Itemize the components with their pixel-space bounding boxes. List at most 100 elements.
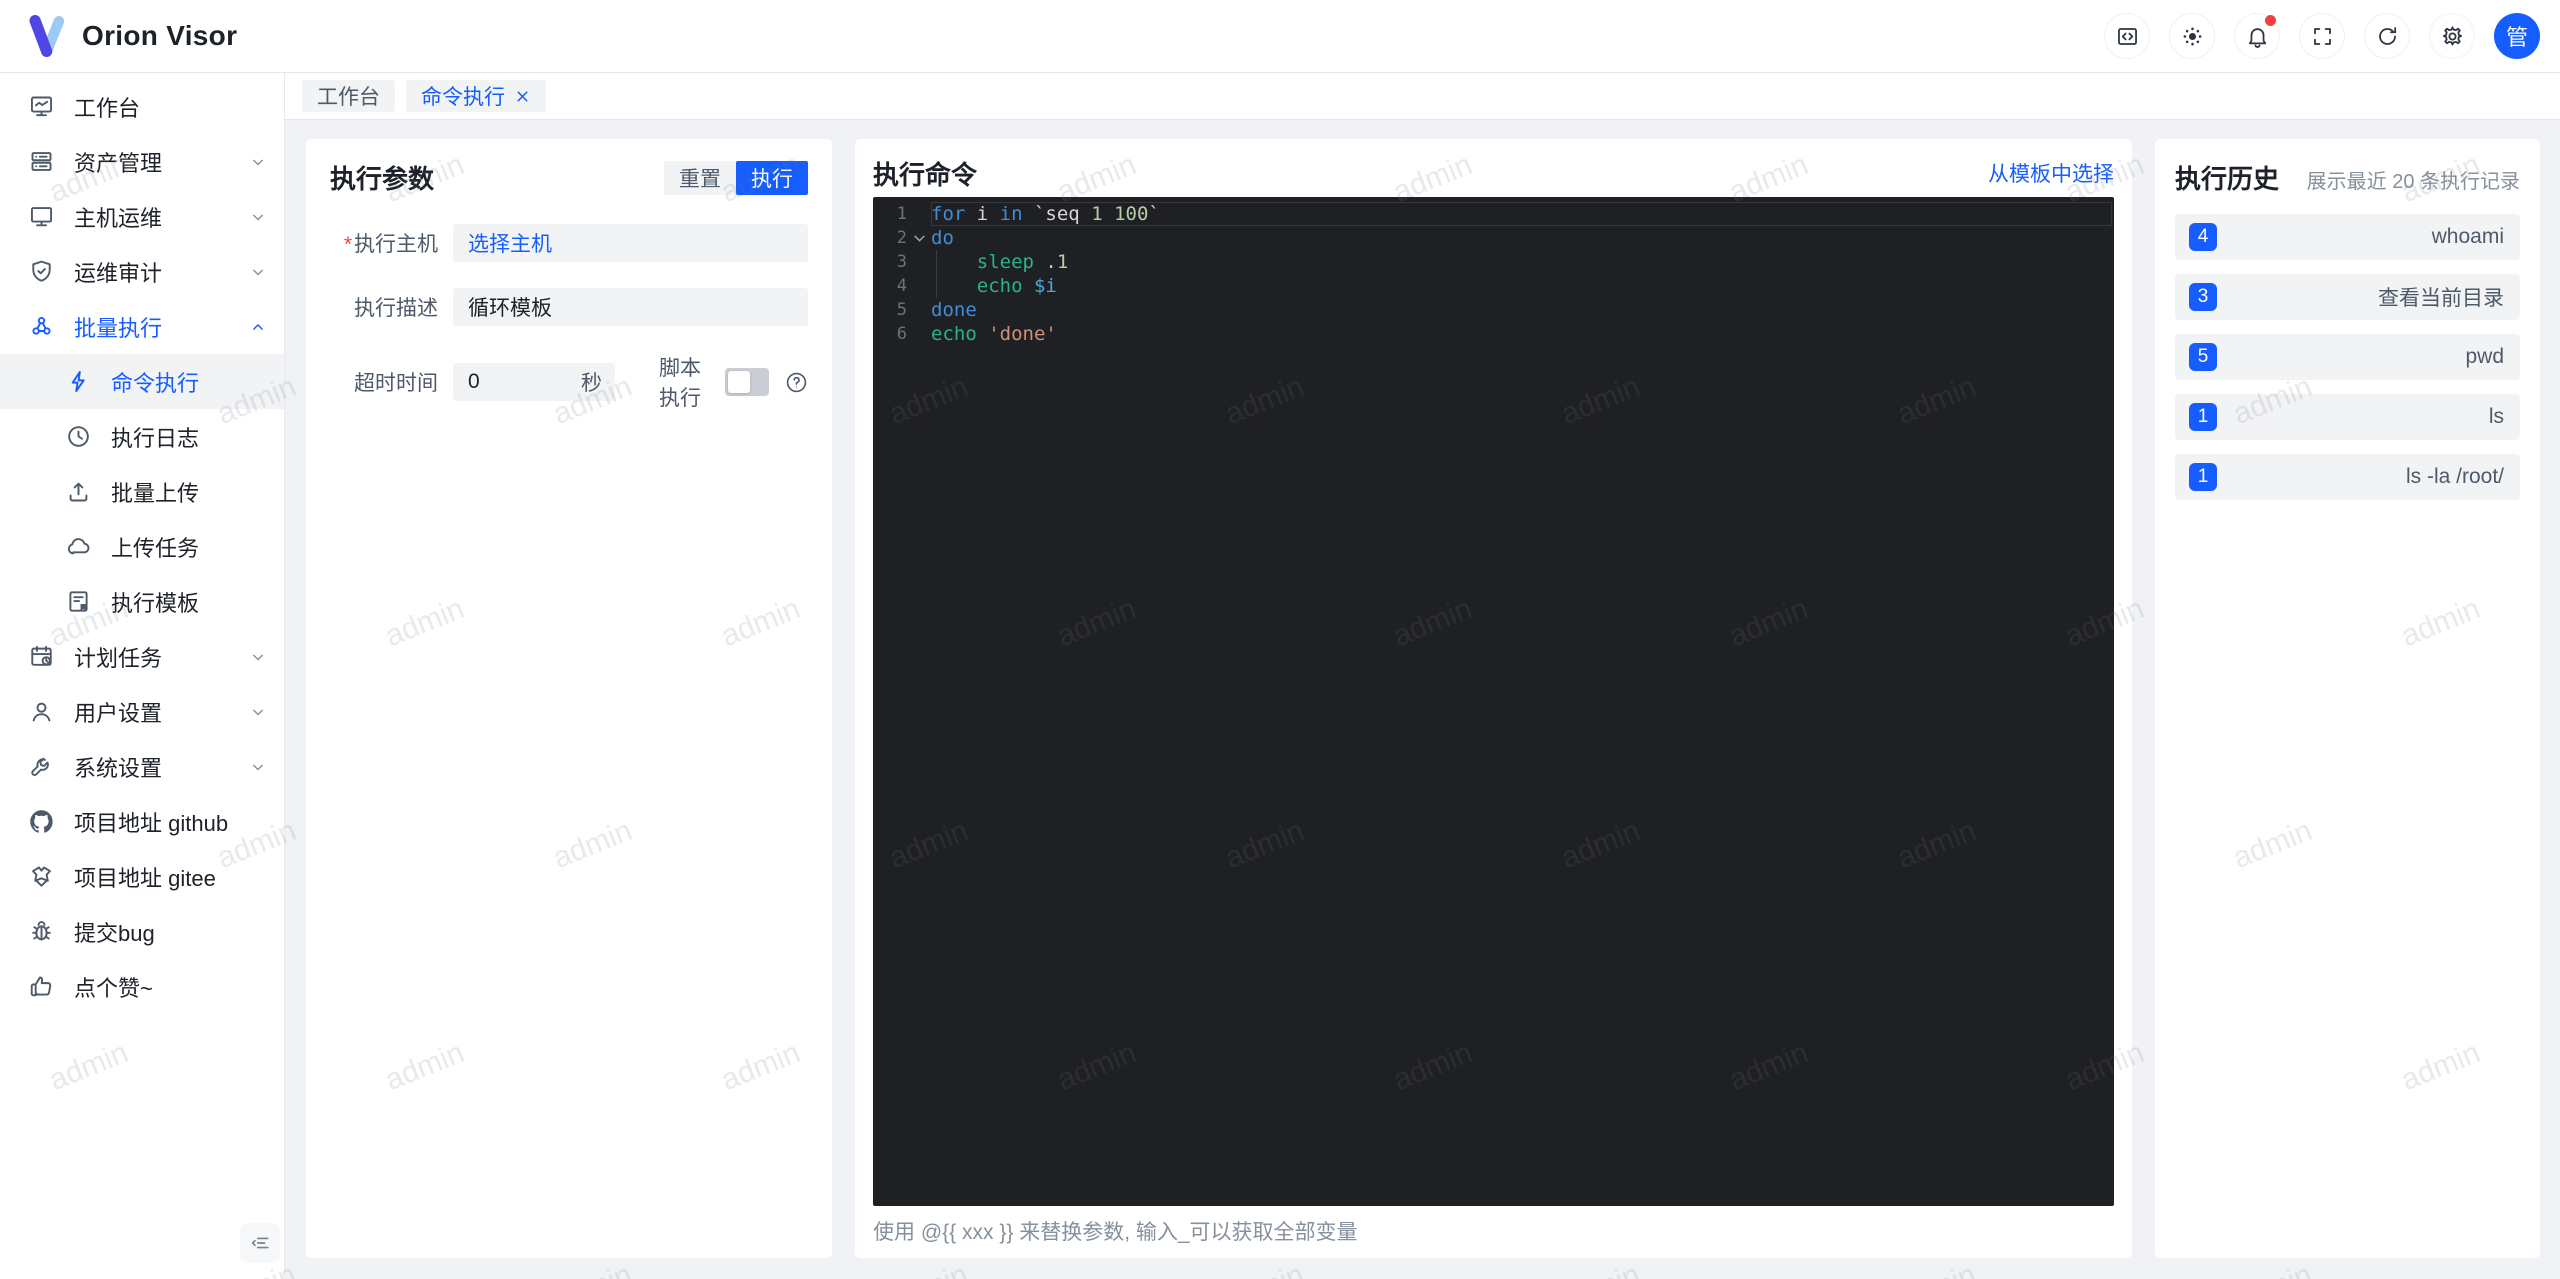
theme-brightness-icon (2183, 27, 2201, 45)
host-select[interactable]: 选择主机 (453, 224, 808, 262)
sidebar-item[interactable]: 用户设置 (0, 684, 284, 739)
command-panel-title: 执行命令 (873, 159, 978, 190)
line-number: 4 (896, 276, 907, 296)
sidebar-item[interactable]: 项目地址 github (0, 794, 284, 849)
line-number: 5 (896, 300, 907, 320)
history-item[interactable]: 1 ls -la /root/ (2175, 454, 2520, 500)
history-list: 4 whoami 3 查看当前目录 5 pwd 1 ls 1 ls -la /root/ (2175, 214, 2520, 500)
sidebar-item[interactable]: 执行日志 (0, 409, 284, 464)
sidebar-item[interactable]: 主机运维 (0, 189, 284, 244)
execution-count-badge: 1 (2189, 403, 2217, 431)
settings-gear-icon (2442, 25, 2462, 46)
history-item[interactable]: 5 pwd (2175, 334, 2520, 380)
sidebar-item[interactable]: 项目地址 gitee (0, 849, 284, 904)
script-exec-toggle[interactable] (725, 368, 769, 396)
wrench-icon (31, 757, 49, 776)
sidebar-nav: 工作台资产管理主机运维运维审计批量执行命令执行执行日志批量上传上传任务执行模板计… (0, 79, 284, 1014)
refresh-button[interactable] (2364, 13, 2410, 59)
chevron-down-icon (253, 214, 263, 220)
sidebar-item-label: 执行日志 (111, 425, 200, 451)
sidebar-item[interactable]: 运维审计 (0, 244, 284, 299)
history-item[interactable]: 4 whoami (2175, 214, 2520, 260)
code-window-icon (2117, 27, 2137, 45)
chevron-down-icon (253, 709, 263, 715)
select-from-template-link[interactable]: 从模板中选择 (1988, 158, 2114, 188)
schedule-icon (31, 645, 52, 666)
sidebar: 工作台资产管理主机运维运维审计批量执行命令执行执行日志批量上传上传任务执行模板计… (0, 73, 285, 1279)
history-command: ls (2488, 405, 2504, 428)
host-field-label: *执行主机 (343, 233, 438, 256)
history-subtitle: 展示最近 20 条执行记录 (2306, 171, 2520, 193)
sidebar-item-active[interactable]: 命令执行 (0, 354, 284, 409)
user-icon (32, 702, 51, 722)
sidebar-item[interactable]: 资产管理 (0, 134, 284, 189)
history-item[interactable]: 1 ls (2175, 394, 2520, 440)
tab[interactable]: 工作台 (302, 80, 395, 112)
sidebar-item-label: 运维审计 (74, 260, 163, 286)
sidebar-item-label: 工作台 (74, 95, 141, 121)
sidebar-item-label: 提交bug (74, 920, 155, 946)
sidebar-item[interactable]: 工作台 (0, 79, 284, 134)
app-logo: Orion Visor (26, 15, 237, 57)
fold-chevron-icon[interactable] (912, 231, 927, 246)
fullscreen-button[interactable] (2299, 13, 2345, 59)
user-avatar[interactable]: 管 (2494, 13, 2540, 59)
params-panel: 执行参数 重置 执行 *执行主机 选择主机 执行描述 循环模板 超时时间 0 秒… (306, 139, 832, 1258)
sidebar-item-label: 项目地址 gitee (74, 865, 216, 891)
tab-label: 工作台 (317, 86, 380, 109)
refresh-icon (2378, 26, 2396, 45)
description-input[interactable] (453, 288, 808, 326)
sidebar-item-label: 系统设置 (74, 755, 163, 781)
timeout-unit: 秒 (581, 372, 602, 395)
history-command: 查看当前目录 (2378, 287, 2504, 310)
close-icon[interactable] (514, 88, 531, 105)
execute-button[interactable]: 执行 (736, 160, 808, 195)
tab-label: 命令执行 (421, 86, 505, 109)
history-item[interactable]: 3 查看当前目录 (2175, 274, 2520, 320)
theme-brightness-button[interactable] (2169, 13, 2215, 59)
app-header: Orion Visor 管 (0, 0, 2560, 73)
sidebar-item-label: 计划任务 (74, 645, 163, 671)
editor-hint: 使用 @{{ xxx }} 来替换参数, 输入_可以获取全部变量 (873, 1221, 1358, 1244)
sidebar-item[interactable]: 批量执行 (0, 299, 284, 354)
tab-bar: 工作台 命令执行 (285, 73, 2560, 120)
sidebar-item[interactable]: 执行模板 (0, 574, 284, 629)
line-number: 6 (896, 324, 907, 344)
required-asterisk: * (343, 233, 352, 256)
sidebar-item-label: 批量上传 (111, 480, 200, 506)
assets-icon (31, 152, 52, 171)
params-form: *执行主机 选择主机 执行描述 超时时间 秒 (330, 224, 808, 412)
history-command: pwd (2465, 345, 2504, 368)
command-panel: 执行命令 从模板中选择 1 for i in `seq 1 100` 2 do 3 sl… (855, 139, 2132, 1258)
sidebar-item[interactable]: 系统设置 (0, 739, 284, 794)
sidebar-item-label: 资产管理 (74, 150, 163, 176)
params-panel-title: 执行参数 (330, 164, 435, 194)
sidebar-item[interactable]: 批量上传 (0, 464, 284, 519)
toggle-knob (728, 371, 750, 393)
collapse-menu-icon (251, 1237, 269, 1249)
code-editor[interactable]: 1 for i in `seq 1 100` 2 do 3 sleep .1 4 echo… (873, 197, 2114, 1206)
sidebar-item[interactable]: 计划任务 (0, 629, 284, 684)
sidebar-collapse-button[interactable] (240, 1223, 280, 1263)
chevron-down-icon (253, 269, 263, 275)
sidebar-item[interactable]: 点个赞~ (0, 959, 284, 1014)
code-window-button[interactable] (2104, 13, 2150, 59)
help-question-icon[interactable] (785, 371, 808, 394)
sidebar-item-label: 点个赞~ (74, 975, 153, 1001)
notifications-bell-button[interactable] (2234, 13, 2280, 59)
sidebar-item[interactable]: 提交bug (0, 904, 284, 959)
sidebar-item-label: 命令执行 (111, 370, 200, 396)
reset-button[interactable]: 重置 (664, 160, 736, 195)
main-area: 工作台 命令执行 执行参数 重置 执行 *执行主机 选择主机 执行描述 循环模板… (285, 73, 2560, 1279)
execution-count-badge: 5 (2189, 343, 2217, 371)
tab-active[interactable]: 命令执行 (406, 80, 546, 112)
app-title: Orion Visor (82, 20, 238, 51)
code-line: 5 done (873, 298, 2114, 322)
header-actions: 管 (2104, 13, 2540, 59)
sidebar-item[interactable]: 上传任务 (0, 519, 284, 574)
settings-gear-button[interactable] (2429, 13, 2475, 59)
code-line: 4 echo $i (873, 274, 2114, 298)
workbench-icon (30, 96, 53, 117)
sidebar-item-label: 上传任务 (111, 535, 200, 561)
line-number: 1 (896, 204, 907, 224)
